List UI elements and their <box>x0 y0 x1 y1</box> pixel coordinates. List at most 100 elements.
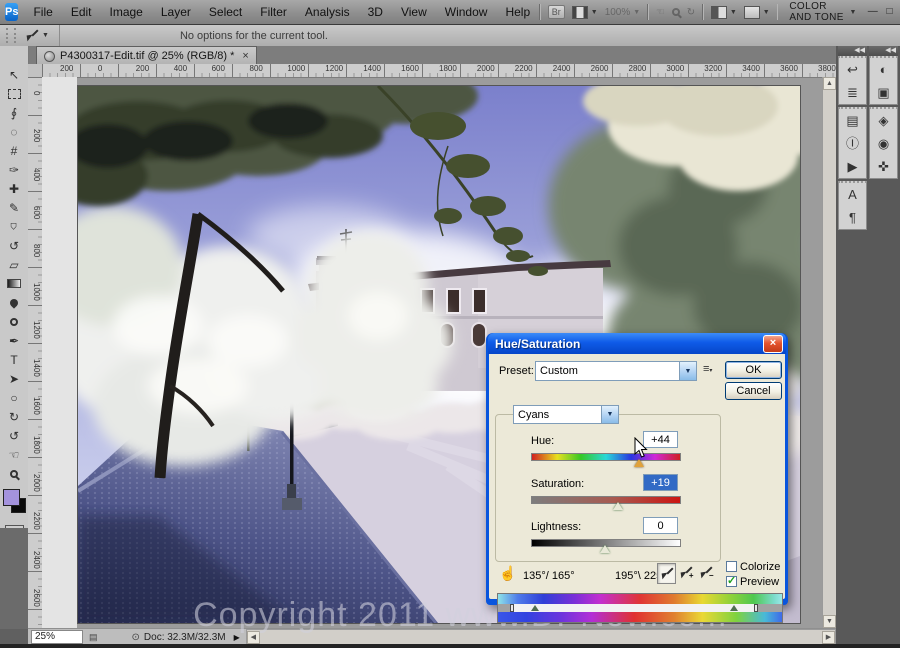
navigator-panel-icon[interactable]: ▤ <box>839 109 866 132</box>
chevron-down-icon[interactable]: ▼ <box>601 406 618 423</box>
eyedropper-subtract-button[interactable]: − <box>697 563 714 582</box>
history-brush-tool[interactable]: ↺ <box>0 236 28 255</box>
eraser-tool[interactable]: ▱ <box>0 255 28 274</box>
marquee-tool[interactable] <box>0 84 28 103</box>
lightness-slider[interactable] <box>531 539 681 547</box>
dialog-titlebar[interactable]: Hue/Saturation × <box>488 333 786 354</box>
arrange-documents-button[interactable]: ▼ <box>711 6 737 19</box>
range-bar-marker[interactable] <box>754 604 758 612</box>
crop-tool[interactable]: # <box>0 141 28 160</box>
paragraph-panel-icon[interactable]: ¶ <box>839 206 866 229</box>
path-selection-tool[interactable]: ➤ <box>0 369 28 388</box>
menu-file[interactable]: File <box>24 0 61 24</box>
history-panel-icon[interactable]: ↩ <box>839 58 866 81</box>
channel-dropdown[interactable]: Cyans ▼ <box>513 405 619 424</box>
scroll-up-icon[interactable]: ▲ <box>823 77 836 90</box>
eyedropper-add-button[interactable]: + <box>677 563 694 582</box>
hue-slider-handle[interactable] <box>634 459 644 467</box>
menu-3d[interactable]: 3D <box>359 0 392 24</box>
healing-brush-tool[interactable]: ✚ <box>0 179 28 198</box>
grip-handle[interactable] <box>6 28 16 43</box>
ellipse-shape-tool[interactable]: ○ <box>0 388 28 407</box>
blur-tool[interactable] <box>0 293 28 312</box>
menu-view[interactable]: View <box>392 0 436 24</box>
menu-help[interactable]: Help <box>496 0 539 24</box>
range-marker-strip[interactable] <box>498 604 782 612</box>
rotate-view-shortcut[interactable]: ↻ <box>687 7 695 18</box>
pen-tool[interactable]: ✒ <box>0 331 28 350</box>
3d-rotate-tool[interactable]: ↻ <box>0 407 28 426</box>
menu-window[interactable]: Window <box>436 0 497 24</box>
current-tool-button[interactable]: ▼ <box>22 25 60 46</box>
chevron-down-icon[interactable]: ▼ <box>679 362 696 380</box>
character-panel-icon[interactable]: A <box>839 183 866 206</box>
foreground-color-swatch[interactable] <box>3 489 20 506</box>
lightness-slider-handle[interactable] <box>600 545 610 553</box>
hue-value-field[interactable]: +44 <box>643 431 678 448</box>
layers-panel-icon[interactable]: ◈ <box>870 109 897 132</box>
menu-image[interactable]: Image <box>101 0 152 24</box>
zoom-tool[interactable] <box>0 464 28 483</box>
on-image-adjust-icon[interactable]: ☝ <box>499 565 516 582</box>
hand-tool[interactable]: ☜ <box>0 445 28 464</box>
maximize-button[interactable]: □ <box>885 6 894 19</box>
range-triangle-marker[interactable] <box>730 605 738 611</box>
view-extras-button[interactable]: ▼ <box>572 6 598 19</box>
range-bar-marker[interactable] <box>510 604 514 612</box>
styles-panel-icon[interactable]: ◉ <box>870 132 897 155</box>
type-tool[interactable]: T <box>0 350 28 369</box>
range-triangle-marker[interactable] <box>531 605 539 611</box>
hue-slider[interactable] <box>531 453 681 461</box>
dock-collapse-button[interactable]: ◀◀ <box>838 46 867 56</box>
clone-stamp-tool[interactable]: ⌂ <box>0 217 28 236</box>
photoshop-logo[interactable]: Ps <box>5 3 18 21</box>
menu-edit[interactable]: Edit <box>62 0 101 24</box>
info-panel-icon[interactable]: Ⓘ <box>839 132 866 155</box>
saturation-slider-handle[interactable] <box>613 502 623 510</box>
tab-close-icon[interactable]: × <box>239 50 248 62</box>
menu-filter[interactable]: Filter <box>251 0 296 24</box>
menu-select[interactable]: Select <box>200 0 251 24</box>
eyedropper-sample-button[interactable] <box>657 563 676 584</box>
screen-mode-button[interactable]: ▼ <box>744 6 770 19</box>
scroll-right-icon[interactable]: ▶ <box>822 631 835 644</box>
saturation-slider[interactable] <box>531 496 681 504</box>
move-tool[interactable]: ↖ <box>0 65 28 84</box>
menu-analysis[interactable]: Analysis <box>296 0 359 24</box>
saturation-value-field[interactable]: +19 <box>643 474 678 491</box>
colorize-checkbox[interactable] <box>726 561 737 572</box>
lasso-tool[interactable]: ∮ <box>0 103 28 122</box>
document-tab[interactable]: P4300317-Edit.tif @ 25% (RGB/8) * × <box>36 46 257 65</box>
masks-panel-icon[interactable]: ▣ <box>870 81 897 104</box>
dock-collapse-button[interactable]: ◀◀ <box>869 46 898 56</box>
quick-selection-tool[interactable]: ◌ <box>0 122 28 141</box>
minimize-button[interactable]: — <box>868 6 878 19</box>
brush-tool[interactable]: ✎ <box>0 198 28 217</box>
3d-orbit-tool[interactable]: ↺ <box>0 426 28 445</box>
zoom-level-control[interactable]: 100%▼ <box>605 7 641 18</box>
vertical-scrollbar[interactable]: ▲ ▼ <box>822 77 836 628</box>
launch-bridge-button[interactable]: Br <box>548 5 565 19</box>
zoom-tool-shortcut[interactable] <box>672 8 680 16</box>
scroll-left-icon[interactable]: ◀ <box>247 631 260 644</box>
clone-source-panel-icon[interactable]: ≣ <box>839 81 866 104</box>
hue-spectrum-bars[interactable] <box>497 593 783 623</box>
dialog-close-button[interactable]: × <box>763 335 783 353</box>
hand-tool-shortcut[interactable]: ☜ <box>656 7 665 18</box>
preset-options-button[interactable]: ≡▾ <box>703 363 712 375</box>
gradient-tool[interactable] <box>0 274 28 293</box>
adjustments-panel-icon[interactable]: ◐ <box>870 58 897 81</box>
dodge-tool[interactable] <box>0 312 28 331</box>
lightness-value-field[interactable]: 0 <box>643 517 678 534</box>
zoom-percent-field[interactable]: 25% <box>31 630 83 644</box>
status-flyout-button[interactable]: ▶ <box>234 633 240 642</box>
eyedropper-tool[interactable]: ✑ <box>0 160 28 179</box>
preview-checkbox[interactable]: ✓ <box>726 576 737 587</box>
paths-panel-icon[interactable]: ✜ <box>870 155 897 178</box>
horizontal-scrollbar[interactable]: ◀ ▶ <box>246 629 836 645</box>
workspace-switcher[interactable]: COLOR AND TONE▼ <box>785 1 860 23</box>
ok-button[interactable]: OK <box>725 361 782 379</box>
menu-layer[interactable]: Layer <box>152 0 200 24</box>
scroll-down-icon[interactable]: ▼ <box>823 615 836 628</box>
cancel-button[interactable]: Cancel <box>725 382 782 400</box>
